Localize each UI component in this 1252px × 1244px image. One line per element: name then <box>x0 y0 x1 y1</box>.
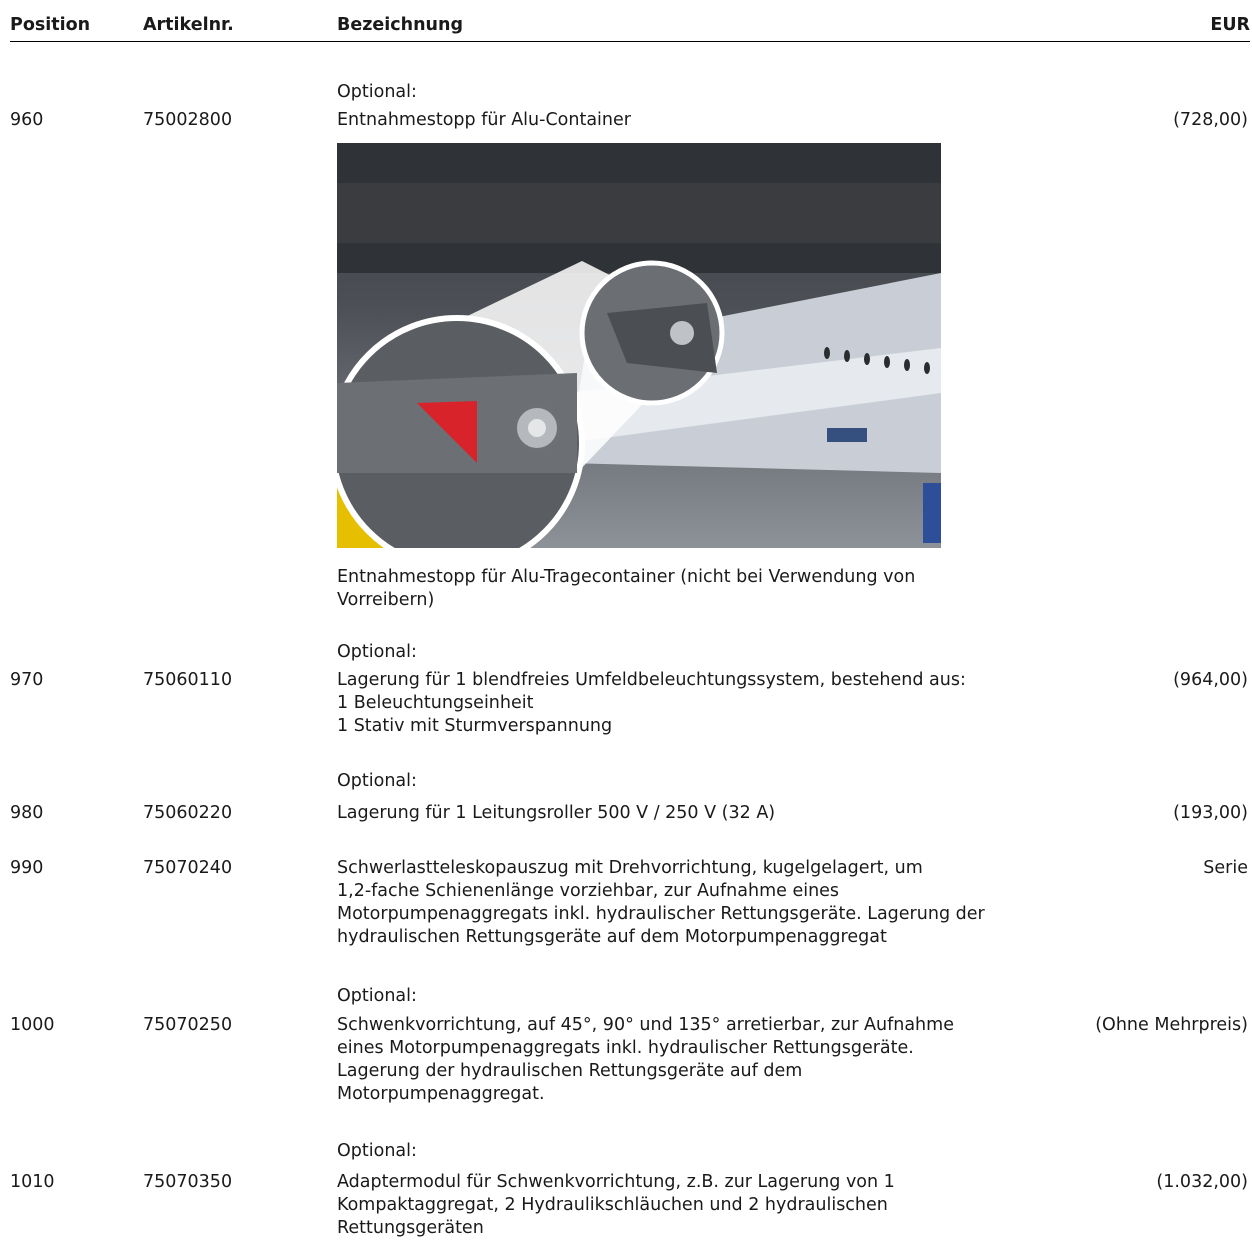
row-position: 960 <box>10 110 44 130</box>
row-artikelnr: 75060110 <box>143 670 233 690</box>
row-price: (193,00) <box>1173 803 1248 823</box>
optional-label: Optional: <box>337 771 417 791</box>
row-description: Lagerung für 1 Leitungsroller 500 V / 25… <box>337 803 776 823</box>
header-eur: EUR <box>1210 15 1250 35</box>
optional-label: Optional: <box>337 642 417 662</box>
optional-label: Optional: <box>337 82 417 102</box>
row-position: 970 <box>10 670 44 690</box>
row-description: Schwenkvorrichtung, auf 45°, 90° und 135… <box>337 1015 954 1104</box>
optional-label: Optional: <box>337 1141 417 1161</box>
row-description: Schwerlastteleskopauszug mit Drehvorrich… <box>337 858 985 947</box>
row-description: Adaptermodul für Schwenkvorrichtung, z.B… <box>337 1172 895 1238</box>
row-price: (Ohne Mehrpreis) <box>1095 1015 1248 1035</box>
row-position: 980 <box>10 803 44 823</box>
table-header: Position Artikelnr. Bezeichnung EUR <box>10 13 1250 42</box>
row-artikelnr: 75070250 <box>143 1015 233 1035</box>
row-price: (964,00) <box>1173 670 1248 690</box>
row-artikelnr: 75002800 <box>143 110 233 130</box>
header-bezeichnung: Bezeichnung <box>337 15 463 35</box>
row-price: (1.032,00) <box>1156 1172 1248 1192</box>
row-description: Entnahmestopp für Alu-Container <box>337 110 631 130</box>
product-photo <box>337 143 941 548</box>
optional-label: Optional: <box>337 986 417 1006</box>
row-artikelnr: 75070350 <box>143 1172 233 1192</box>
row-artikelnr: 75060220 <box>143 803 233 823</box>
row-position: 990 <box>10 858 44 878</box>
header-artikelnr: Artikelnr. <box>143 15 234 35</box>
image-caption: Entnahmestopp für Alu-Tragecontainer (ni… <box>337 567 916 610</box>
row-position: 1000 <box>10 1015 55 1035</box>
header-position: Position <box>10 15 91 35</box>
row-artikelnr: 75070240 <box>143 858 233 878</box>
row-price: Serie <box>1203 858 1248 878</box>
row-description: Lagerung für 1 blendfreies Umfeldbeleuch… <box>337 670 966 736</box>
row-position: 1010 <box>10 1172 55 1192</box>
row-price: (728,00) <box>1173 110 1248 130</box>
